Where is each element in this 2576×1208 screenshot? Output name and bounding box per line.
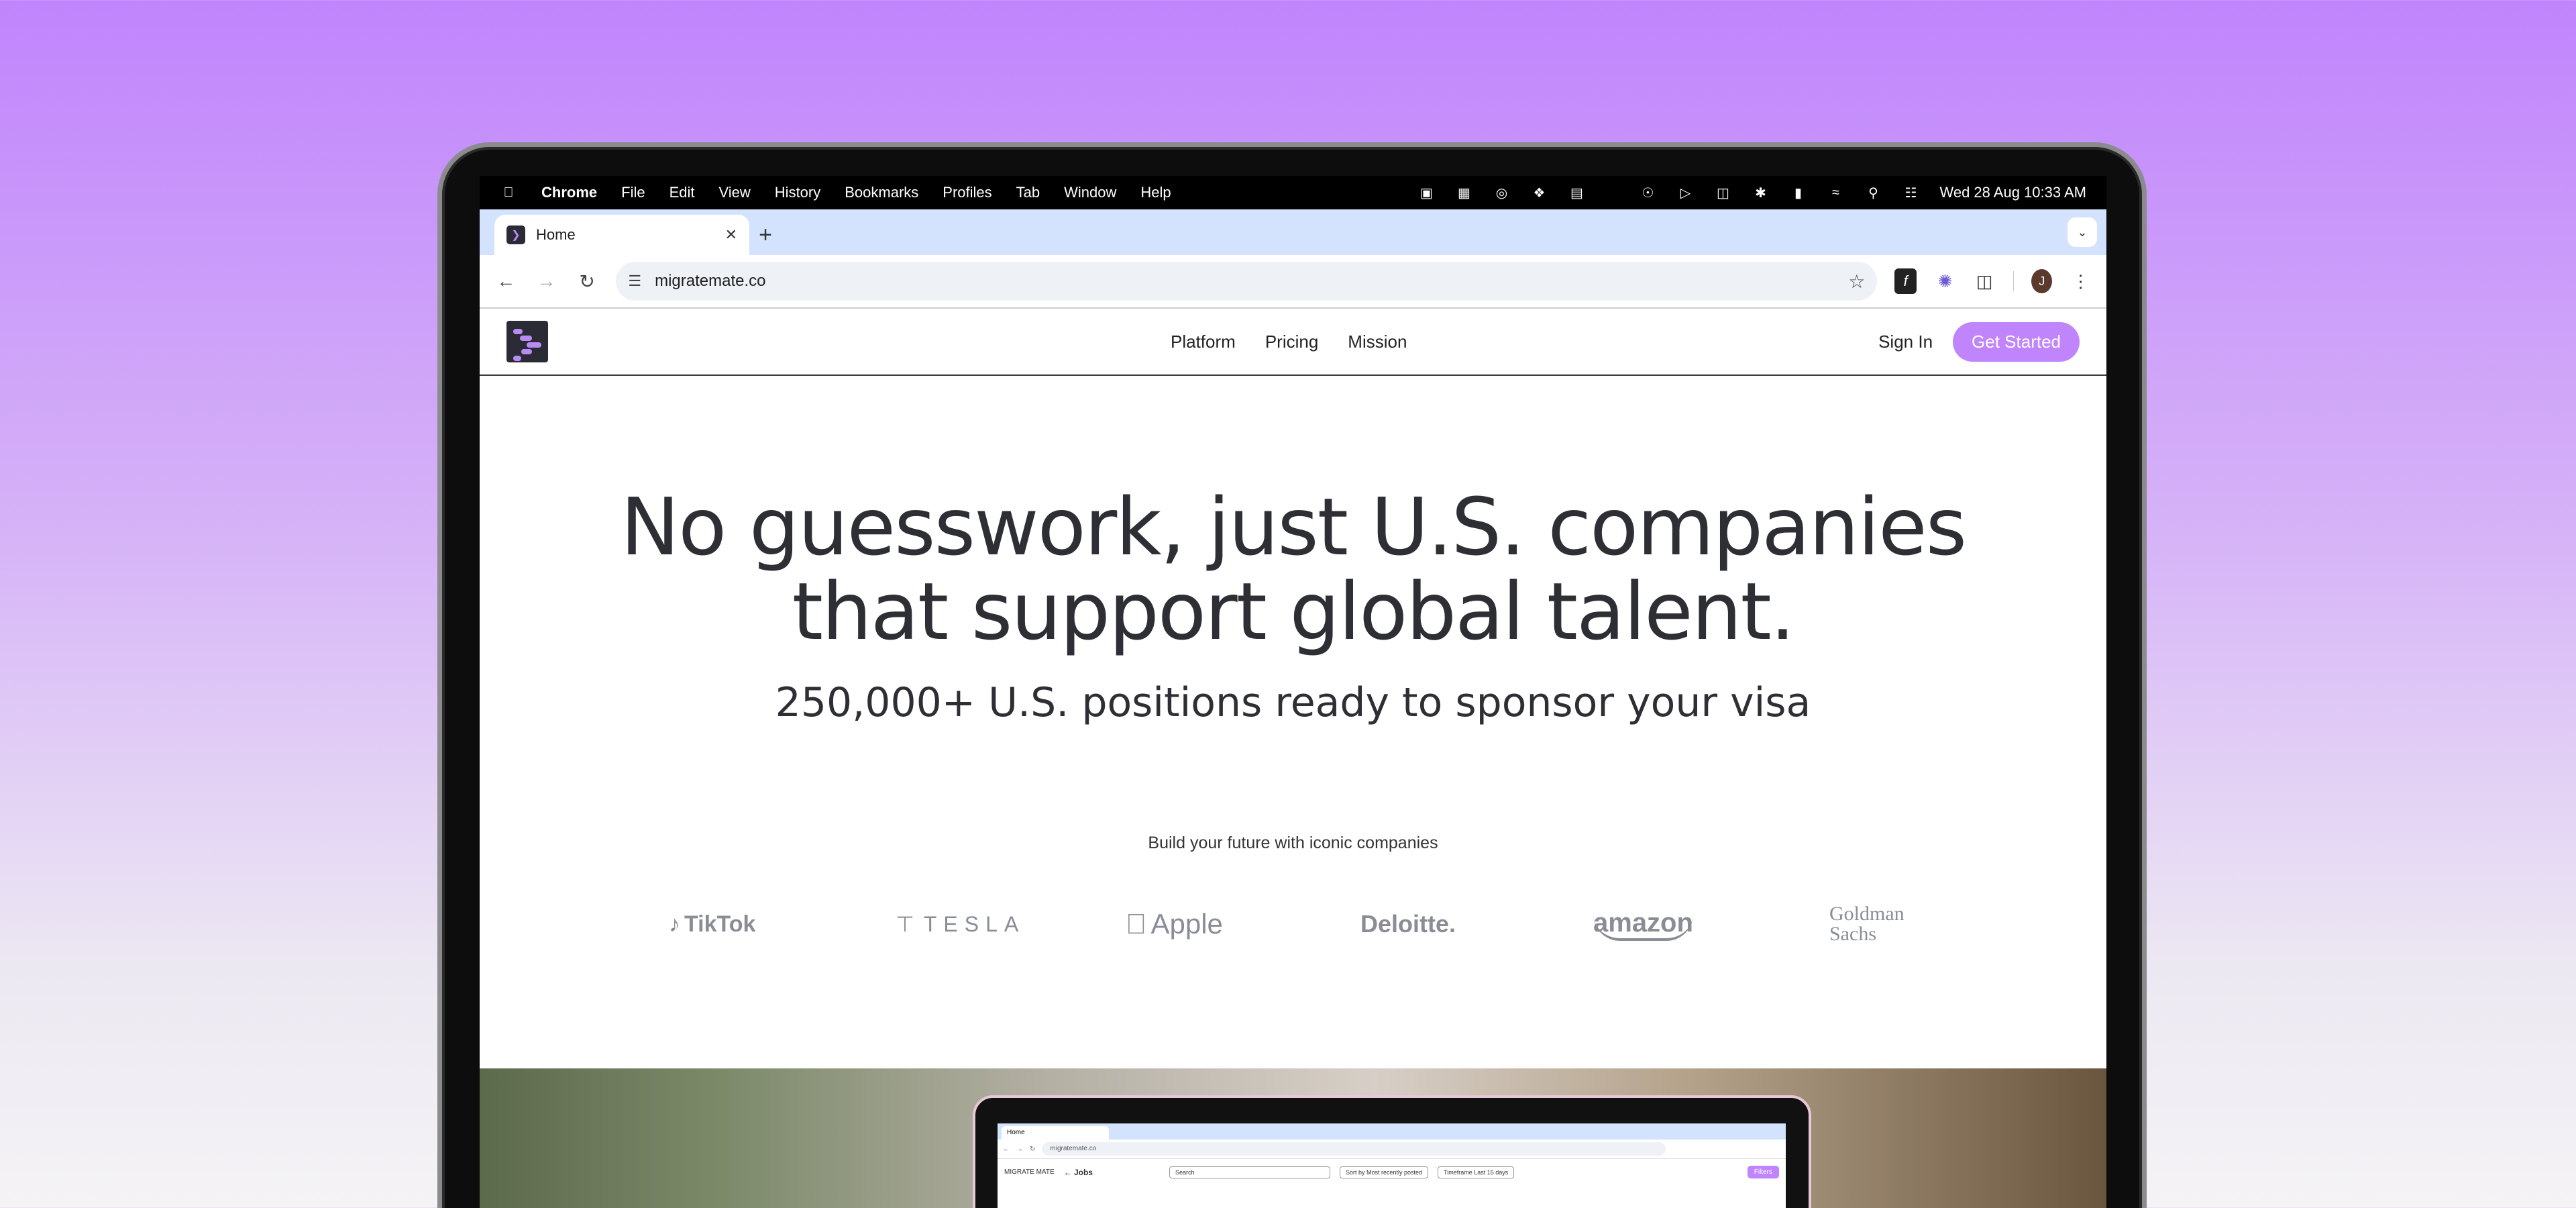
menu-file[interactable]: File [621,184,645,201]
menu-datetime[interactable]: Wed 28 Aug 10:33 AM [1939,184,2086,201]
tab-title: Home [536,226,576,243]
site-settings-icon[interactable]: ☰ [628,272,641,290]
macos-menu-bar:  Chrome File Edit View History Bookmark… [480,176,2106,209]
gear-extension-icon[interactable]: ✺ [1934,268,1956,294]
menu-window[interactable]: Window [1064,184,1116,201]
apple-wordmark: Apple [1130,908,1223,940]
menu-profiles[interactable]: Profiles [943,184,991,201]
preview-timeframe: Timeframe Last 15 days [1438,1166,1515,1178]
tab-search-chevron-icon[interactable]: ⌄ [2068,217,2097,247]
tiktok-logo: ♪ TikTok [669,897,755,951]
figma-icon[interactable]: ▣ [1417,185,1435,201]
apple-icon:  [1126,908,1147,940]
apple-menu-icon[interactable]:  [500,185,517,200]
hero-title-line-2: that support global talent. [792,565,1796,658]
menu-history[interactable]: History [775,184,820,201]
url-text[interactable]: migratemate.co [655,272,765,291]
bookmark-star-icon[interactable]: ☆ [1848,270,1865,293]
apple-logo:  Apple [1126,897,1223,951]
browser-toolbar: ← → ↻ ☰ migratemate.co ☆ f ✺ ◫ J ⋮ [480,255,2106,309]
tiktok-note-icon: ♪ [669,911,680,937]
photo-laptop-screen: Home ← → ↻ migratemate.co MIGRATE MATE ←… [998,1123,1786,1208]
product-photo: Home ← → ↻ migratemate.co MIGRATE MATE ←… [480,1068,2106,1208]
menu-app-name[interactable]: Chrome [541,184,597,201]
preview-filters: Filters [1747,1166,1779,1178]
preview-search: Search [1169,1166,1330,1178]
goldman-sachs-logo: Goldman Sachs [1829,897,1904,951]
tiktok-wordmark: TikTok [684,911,756,937]
nav-platform[interactable]: Platform [1171,332,1236,352]
preview-reload-icon: ↻ [1030,1145,1036,1153]
script-extension-icon[interactable]: f [1894,268,1917,294]
screen-icon[interactable]: ▤ [1568,185,1585,201]
reload-icon[interactable]: ↻ [576,268,598,295]
sign-in-link[interactable]: Sign In [1878,332,1933,352]
forward-arrow-icon[interactable]: → [535,268,557,295]
amazon-logo: amazon [1593,897,1693,951]
puzzle-extensions-icon[interactable]: ◫ [1974,268,1996,294]
wifi-icon[interactable]: ≈ [1827,185,1844,200]
preview-brand: MIGRATE MATE [1004,1168,1055,1176]
address-bar[interactable]: ☰ migratemate.co ☆ [616,262,1878,301]
browser-tab-home[interactable]: ❯ Home ✕ [494,215,749,255]
menu-view[interactable]: View [719,184,751,201]
preview-jobs-title: ← Jobs [1063,1167,1093,1177]
nav-mission[interactable]: Mission [1348,332,1407,352]
airpods-icon[interactable]: ☉ [1639,185,1656,201]
toolbar-divider [2012,271,2015,291]
menu-bookmarks[interactable]: Bookmarks [845,184,918,201]
search-icon[interactable]: ⚲ [1864,185,1882,201]
laptop-screen:  Chrome File Edit View History Bookmark… [480,176,2106,1208]
battery-icon[interactable]: ▮ [1789,185,1807,201]
bluetooth-icon[interactable]: ✱ [1752,185,1769,201]
site-nav-links: Platform Pricing Mission [1171,332,1407,352]
get-started-button[interactable]: Get Started [1953,321,2080,362]
preview-back-icon: ← [1003,1145,1010,1153]
new-tab-button[interactable]: + [749,215,782,255]
creative-cloud-icon[interactable]: ◎ [1493,185,1510,201]
hero-subtitle: 250,000+ U.S. positions ready to sponsor… [775,679,1811,726]
menu-tab[interactable]: Tab [1016,184,1040,201]
hero-title-line-1: No guesswork, just U.S. companies [620,481,1967,573]
preview-tab: Home [1002,1126,1109,1140]
migratemate-logo[interactable] [506,321,548,362]
tesla-logo: ⊤ TESLA [896,897,1025,951]
back-arrow-icon[interactable]: ← [494,268,517,295]
deloitte-logo: Deloitte. [1360,910,1456,938]
tesla-wordmark: TESLA [923,911,1026,936]
dropbox-icon[interactable]: ❖ [1530,185,1548,201]
migratemate-favicon-icon: ❯ [506,225,525,244]
amazon-wordmark: amazon [1593,908,1693,941]
preview-url: migratemate.co [1042,1142,1666,1156]
tesla-t-icon: ⊤ [896,912,921,936]
menu-help[interactable]: Help [1140,184,1171,201]
notion-icon[interactable]: ▦ [1455,185,1472,201]
preview-forward-icon: → [1016,1145,1023,1153]
preview-sort: Sort by Most recently posted [1339,1166,1429,1178]
company-logos: ♪ TikTok ⊤ TESLA  Apple Deloitte. amazo… [480,897,2106,951]
site-navbar: Platform Pricing Mission Sign In Get Sta… [480,309,2106,376]
play-icon[interactable]: ▷ [1676,185,1694,201]
close-tab-icon[interactable]: ✕ [725,226,737,244]
menu-edit[interactable]: Edit [669,184,695,201]
more-menu-icon[interactable]: ⋮ [2070,268,2092,294]
companies-label: Build your future with iconic companies [1148,834,1438,852]
control-center-icon[interactable]: ☷ [1902,185,1919,201]
goldman-wordmark: Goldman [1829,903,1904,925]
hero-title: No guesswork, just U.S. companies that s… [480,485,2106,654]
profile-avatar[interactable]: J [2031,269,2053,293]
window-icon[interactable]: ◫ [1714,185,1731,201]
nav-pricing[interactable]: Pricing [1265,332,1318,352]
browser-tab-strip: ❯ Home ✕ + ⌄ [480,209,2106,255]
sachs-wordmark: Sachs [1829,923,1876,945]
